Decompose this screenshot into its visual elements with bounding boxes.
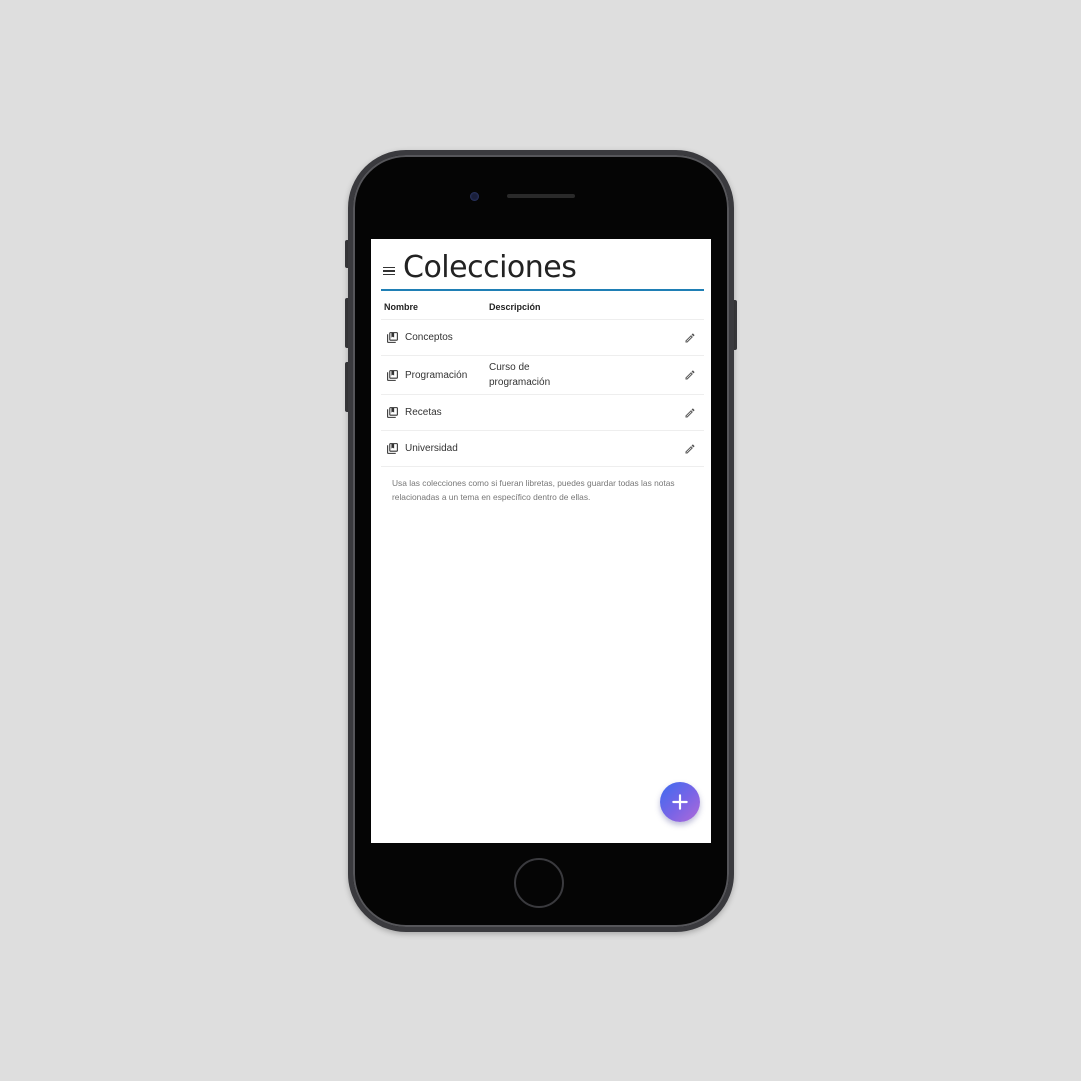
- pencil-icon[interactable]: [684, 332, 696, 344]
- earpiece-speaker: [507, 194, 575, 198]
- menu-icon[interactable]: [383, 266, 395, 276]
- front-camera: [470, 192, 479, 201]
- stage: Colecciones Nombre Descripción Conceptos: [0, 0, 1081, 1081]
- table-row[interactable]: Programación Curso de programación: [381, 356, 704, 395]
- collections-table: Nombre Descripción Conceptos Programació…: [381, 295, 704, 467]
- help-text: Usa las colecciones como si fueran libre…: [392, 478, 675, 502]
- collection-name: Conceptos: [405, 332, 453, 343]
- collection-bookmark-icon: [387, 407, 398, 418]
- table-row[interactable]: Recetas: [381, 395, 704, 431]
- row-actions: [659, 320, 704, 355]
- collection-bookmark-icon: [387, 369, 398, 381]
- column-header-name[interactable]: Nombre: [381, 302, 489, 312]
- pencil-icon[interactable]: [684, 407, 696, 419]
- collection-name: Universidad: [405, 443, 458, 454]
- column-header-description[interactable]: Descripción: [489, 302, 659, 312]
- app-screen: Colecciones Nombre Descripción Conceptos: [371, 239, 711, 843]
- collection-name-cell: Conceptos: [381, 331, 489, 344]
- collection-name-cell: Universidad: [381, 442, 489, 455]
- plus-icon: [672, 794, 688, 810]
- collection-bookmark-icon: [387, 332, 398, 343]
- collection-name-cell: Programación: [381, 369, 489, 382]
- row-actions: [659, 431, 704, 466]
- table-row[interactable]: Conceptos: [381, 320, 704, 356]
- page-title: Colecciones: [403, 250, 577, 285]
- table-header-row: Nombre Descripción: [381, 295, 704, 320]
- app-header: Colecciones: [381, 247, 704, 291]
- row-actions: [659, 395, 704, 430]
- collection-name-cell: Recetas: [381, 406, 489, 419]
- table-row[interactable]: Universidad: [381, 431, 704, 467]
- collection-name: Programación: [405, 369, 468, 381]
- collection-description: Curso de programación: [489, 362, 551, 388]
- pencil-icon[interactable]: [684, 369, 696, 381]
- collection-name: Recetas: [405, 407, 442, 418]
- pencil-icon[interactable]: [684, 443, 696, 455]
- collection-bookmark-icon: [387, 443, 398, 454]
- row-actions: [569, 356, 704, 394]
- home-button[interactable]: [514, 858, 564, 908]
- add-collection-button[interactable]: [660, 782, 700, 822]
